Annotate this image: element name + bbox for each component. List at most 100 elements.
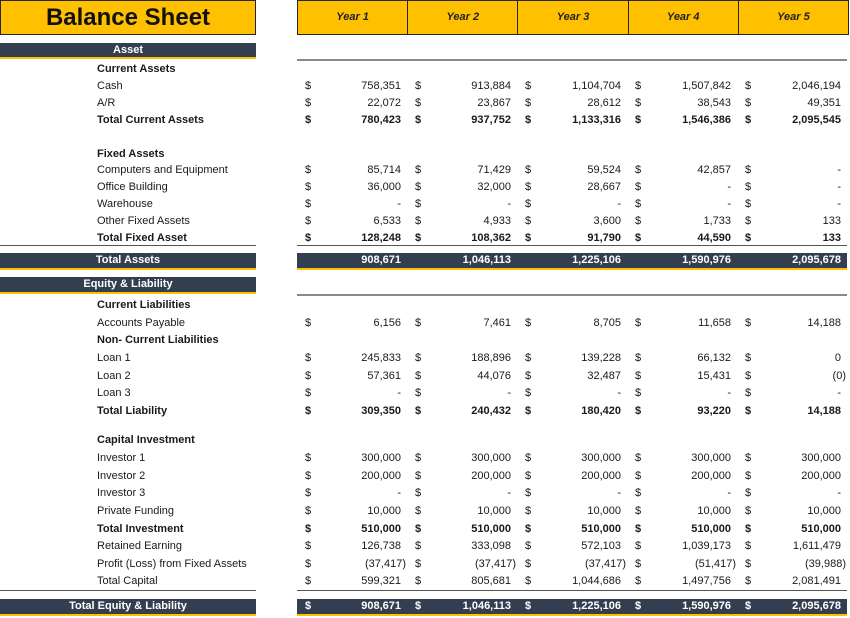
value-cell[interactable]: $49,351 bbox=[737, 95, 847, 112]
value-cell[interactable]: $333,098 bbox=[407, 538, 517, 555]
value-cell[interactable]: $300,000 bbox=[627, 450, 737, 467]
value-cell[interactable]: $599,321 bbox=[297, 573, 407, 590]
value-cell[interactable]: $10,000 bbox=[627, 503, 737, 520]
value-cell[interactable]: $14,188 bbox=[737, 403, 847, 420]
value-cell[interactable]: $300,000 bbox=[297, 450, 407, 467]
value-cell[interactable]: $200,000 bbox=[737, 468, 847, 485]
value-cell[interactable]: $510,000 bbox=[627, 521, 737, 538]
value-cell[interactable]: $44,076 bbox=[407, 368, 517, 385]
year-header-1[interactable]: Year 1 bbox=[298, 1, 409, 34]
value-cell[interactable]: $10,000 bbox=[297, 503, 407, 520]
total-value-cell[interactable]: $1,046,113 bbox=[407, 599, 517, 614]
value-cell[interactable]: $2,095,545 bbox=[737, 112, 847, 129]
value-cell[interactable]: $32,487 bbox=[517, 368, 627, 385]
value-cell[interactable]: $59,524 bbox=[517, 162, 627, 179]
value-cell[interactable]: $ (39,988) bbox=[737, 556, 847, 573]
value-cell[interactable]: $510,000 bbox=[517, 521, 627, 538]
year-header-2[interactable]: Year 2 bbox=[408, 1, 519, 34]
value-cell[interactable]: $ (37,417) bbox=[407, 556, 517, 573]
total-value-cell[interactable]: 1,225,106 bbox=[517, 253, 627, 268]
value-cell[interactable]: $300,000 bbox=[737, 450, 847, 467]
value-cell[interactable]: $ - bbox=[627, 196, 737, 213]
value-cell[interactable]: $913,884 bbox=[407, 78, 517, 95]
value-cell[interactable]: $ - bbox=[297, 485, 407, 502]
value-cell[interactable]: $6,156 bbox=[297, 315, 407, 332]
value-cell[interactable]: $937,752 bbox=[407, 112, 517, 129]
value-cell[interactable]: $ (0) bbox=[737, 368, 847, 385]
value-cell[interactable]: $ - bbox=[297, 196, 407, 213]
value-cell[interactable]: $200,000 bbox=[517, 468, 627, 485]
value-cell[interactable]: $1,733 bbox=[627, 213, 737, 230]
value-cell[interactable]: $10,000 bbox=[737, 503, 847, 520]
value-cell[interactable]: $15,431 bbox=[627, 368, 737, 385]
value-cell[interactable]: $180,420 bbox=[517, 403, 627, 420]
value-cell[interactable]: $ (37,417) bbox=[297, 556, 407, 573]
value-cell[interactable]: $510,000 bbox=[297, 521, 407, 538]
value-cell[interactable]: $8,705 bbox=[517, 315, 627, 332]
value-cell[interactable]: $66,132 bbox=[627, 350, 737, 367]
value-cell[interactable]: $245,833 bbox=[297, 350, 407, 367]
value-cell[interactable]: $ - bbox=[737, 179, 847, 196]
value-cell[interactable]: $1,039,173 bbox=[627, 538, 737, 555]
value-cell[interactable]: $11,658 bbox=[627, 315, 737, 332]
value-cell[interactable]: $126,738 bbox=[297, 538, 407, 555]
value-cell[interactable]: $133 bbox=[737, 213, 847, 230]
total-value-cell[interactable]: 908,671 bbox=[297, 253, 407, 268]
value-cell[interactable]: $ - bbox=[627, 385, 737, 402]
value-cell[interactable]: $1,611,479 bbox=[737, 538, 847, 555]
total-value-cell[interactable]: 1,046,113 bbox=[407, 253, 517, 268]
value-cell[interactable]: $10,000 bbox=[517, 503, 627, 520]
value-cell[interactable]: $7,461 bbox=[407, 315, 517, 332]
value-cell[interactable]: $ - bbox=[737, 196, 847, 213]
value-cell[interactable]: $510,000 bbox=[737, 521, 847, 538]
total-value-cell[interactable]: $908,671 bbox=[297, 599, 407, 614]
value-cell[interactable]: $ - bbox=[627, 179, 737, 196]
value-cell[interactable]: $2,046,194 bbox=[737, 78, 847, 95]
value-cell[interactable]: $1,133,316 bbox=[517, 112, 627, 129]
year-header-5[interactable]: Year 5 bbox=[739, 1, 848, 34]
value-cell[interactable]: $ - bbox=[407, 196, 517, 213]
value-cell[interactable]: $240,432 bbox=[407, 403, 517, 420]
total-value-cell[interactable]: $1,590,976 bbox=[627, 599, 737, 614]
value-cell[interactable]: $1,507,842 bbox=[627, 78, 737, 95]
value-cell[interactable]: $ - bbox=[517, 196, 627, 213]
value-cell[interactable]: $2,081,491 bbox=[737, 573, 847, 590]
value-cell[interactable]: $200,000 bbox=[297, 468, 407, 485]
value-cell[interactable]: $10,000 bbox=[407, 503, 517, 520]
value-cell[interactable]: $805,681 bbox=[407, 573, 517, 590]
value-cell[interactable]: $1,497,756 bbox=[627, 573, 737, 590]
value-cell[interactable]: $6,533 bbox=[297, 213, 407, 230]
value-cell[interactable]: $38,543 bbox=[627, 95, 737, 112]
value-cell[interactable]: $ - bbox=[737, 485, 847, 502]
value-cell[interactable]: $200,000 bbox=[407, 468, 517, 485]
value-cell[interactable]: $758,351 bbox=[297, 78, 407, 95]
value-cell[interactable]: $139,228 bbox=[517, 350, 627, 367]
value-cell[interactable]: $42,857 bbox=[627, 162, 737, 179]
value-cell[interactable]: $ - bbox=[737, 385, 847, 402]
value-cell[interactable]: $ - bbox=[517, 485, 627, 502]
value-cell[interactable]: $300,000 bbox=[407, 450, 517, 467]
value-cell[interactable]: $ (37,417) bbox=[517, 556, 627, 573]
value-cell[interactable]: $ - bbox=[407, 485, 517, 502]
value-cell[interactable]: $85,714 bbox=[297, 162, 407, 179]
value-cell[interactable]: $1,044,686 bbox=[517, 573, 627, 590]
value-cell[interactable]: $57,361 bbox=[297, 368, 407, 385]
value-cell[interactable]: $510,000 bbox=[407, 521, 517, 538]
value-cell[interactable]: $28,667 bbox=[517, 179, 627, 196]
value-cell[interactable]: $780,423 bbox=[297, 112, 407, 129]
value-cell[interactable]: $0 bbox=[737, 350, 847, 367]
value-cell[interactable]: $ - bbox=[517, 385, 627, 402]
value-cell[interactable]: $23,867 bbox=[407, 95, 517, 112]
value-cell[interactable]: $572,103 bbox=[517, 538, 627, 555]
value-cell[interactable]: $309,350 bbox=[297, 403, 407, 420]
value-cell[interactable]: $200,000 bbox=[627, 468, 737, 485]
value-cell[interactable]: $71,429 bbox=[407, 162, 517, 179]
value-cell[interactable]: $ - bbox=[627, 485, 737, 502]
year-header-3[interactable]: Year 3 bbox=[518, 1, 629, 34]
total-value-cell[interactable]: $2,095,678 bbox=[737, 599, 847, 614]
value-cell[interactable]: $188,896 bbox=[407, 350, 517, 367]
value-cell[interactable]: $32,000 bbox=[407, 179, 517, 196]
value-cell[interactable]: $4,933 bbox=[407, 213, 517, 230]
total-value-cell[interactable]: 1,590,976 bbox=[627, 253, 737, 268]
total-value-cell[interactable]: $1,225,106 bbox=[517, 599, 627, 614]
